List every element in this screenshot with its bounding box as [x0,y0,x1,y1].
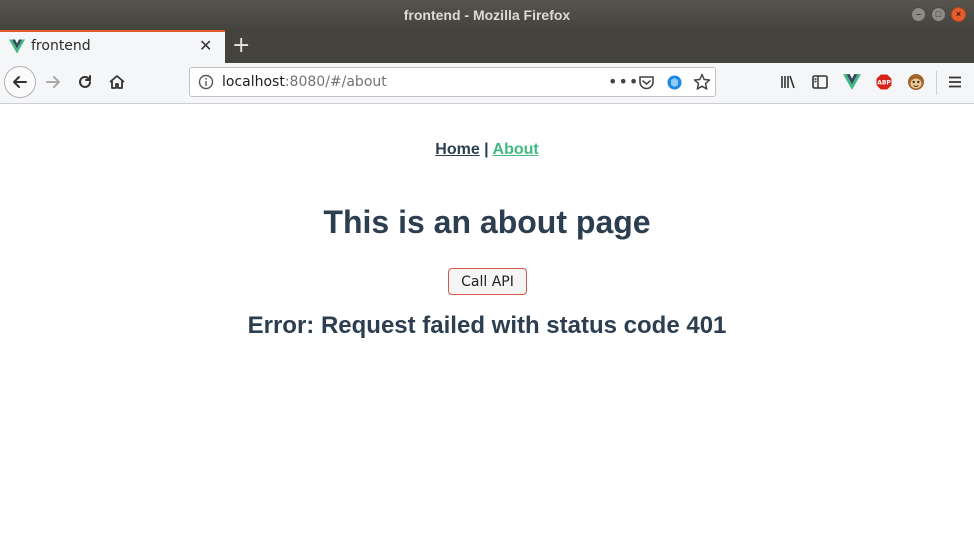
maximize-button[interactable]: □ [931,7,946,22]
sidebar-icon [812,75,828,89]
call-api-button[interactable]: Call API [448,268,527,295]
adblock-icon: ABP [875,73,893,91]
menu-button[interactable] [940,67,970,97]
extension-icon[interactable] [667,75,682,94]
vue-devtools-icon [843,74,861,90]
menu-icon [949,76,961,88]
info-icon[interactable] [198,74,214,94]
back-icon [13,76,27,88]
sidebar-button[interactable] [805,67,835,97]
home-button[interactable] [102,67,132,97]
tab-frontend[interactable]: frontend ✕ [0,30,225,63]
minimize-button[interactable]: – [911,7,926,22]
forward-icon [46,76,60,88]
back-button[interactable] [4,66,36,98]
url-host: localhost [222,74,285,90]
close-window-button[interactable]: × [951,7,966,22]
tampermonkey-button[interactable] [901,67,931,97]
window-controls: – □ × [911,7,966,22]
library-icon [781,75,795,89]
pocket-icon[interactable] [638,74,655,95]
toolbar-separator [936,71,937,95]
page-heading: This is an about page [323,204,651,240]
vue-devtools-button[interactable] [837,67,867,97]
home-icon [109,75,125,89]
nav-toolbar: localhost:8080/#/about ••• ABP [0,63,974,104]
forward-button[interactable] [38,67,68,97]
url-bar[interactable]: localhost:8080/#/about ••• [189,67,716,97]
vue-icon [9,39,25,58]
window-title: frontend - Mozilla Firefox [403,7,571,23]
nav-about-link[interactable]: About [493,141,539,158]
new-tab-button[interactable]: + [232,33,250,58]
url-path: :8080/#/about [284,74,387,90]
tab-title: frontend [31,38,91,54]
tab-strip: frontend ✕ + [0,30,974,63]
error-message: Error: Request failed with status code 4… [247,312,727,339]
page-content: Home | About This is an about page Call … [0,104,974,555]
nav-home-link[interactable]: Home [435,141,479,158]
nav-separator: | [484,141,489,158]
reload-button[interactable] [70,67,100,97]
window-titlebar: frontend - Mozilla Firefox – □ × [0,0,974,30]
tampermonkey-icon [908,74,924,90]
reload-icon [79,75,91,88]
bookmark-star-icon[interactable] [693,73,711,95]
more-icon[interactable]: ••• [608,72,639,91]
adblock-button[interactable]: ABP [869,67,899,97]
adblock-label: ABP [877,80,891,87]
app-nav: Home | About [0,141,974,159]
library-button[interactable] [773,67,803,97]
url-text[interactable]: localhost:8080/#/about [222,74,387,90]
close-tab-icon[interactable]: ✕ [199,36,212,55]
